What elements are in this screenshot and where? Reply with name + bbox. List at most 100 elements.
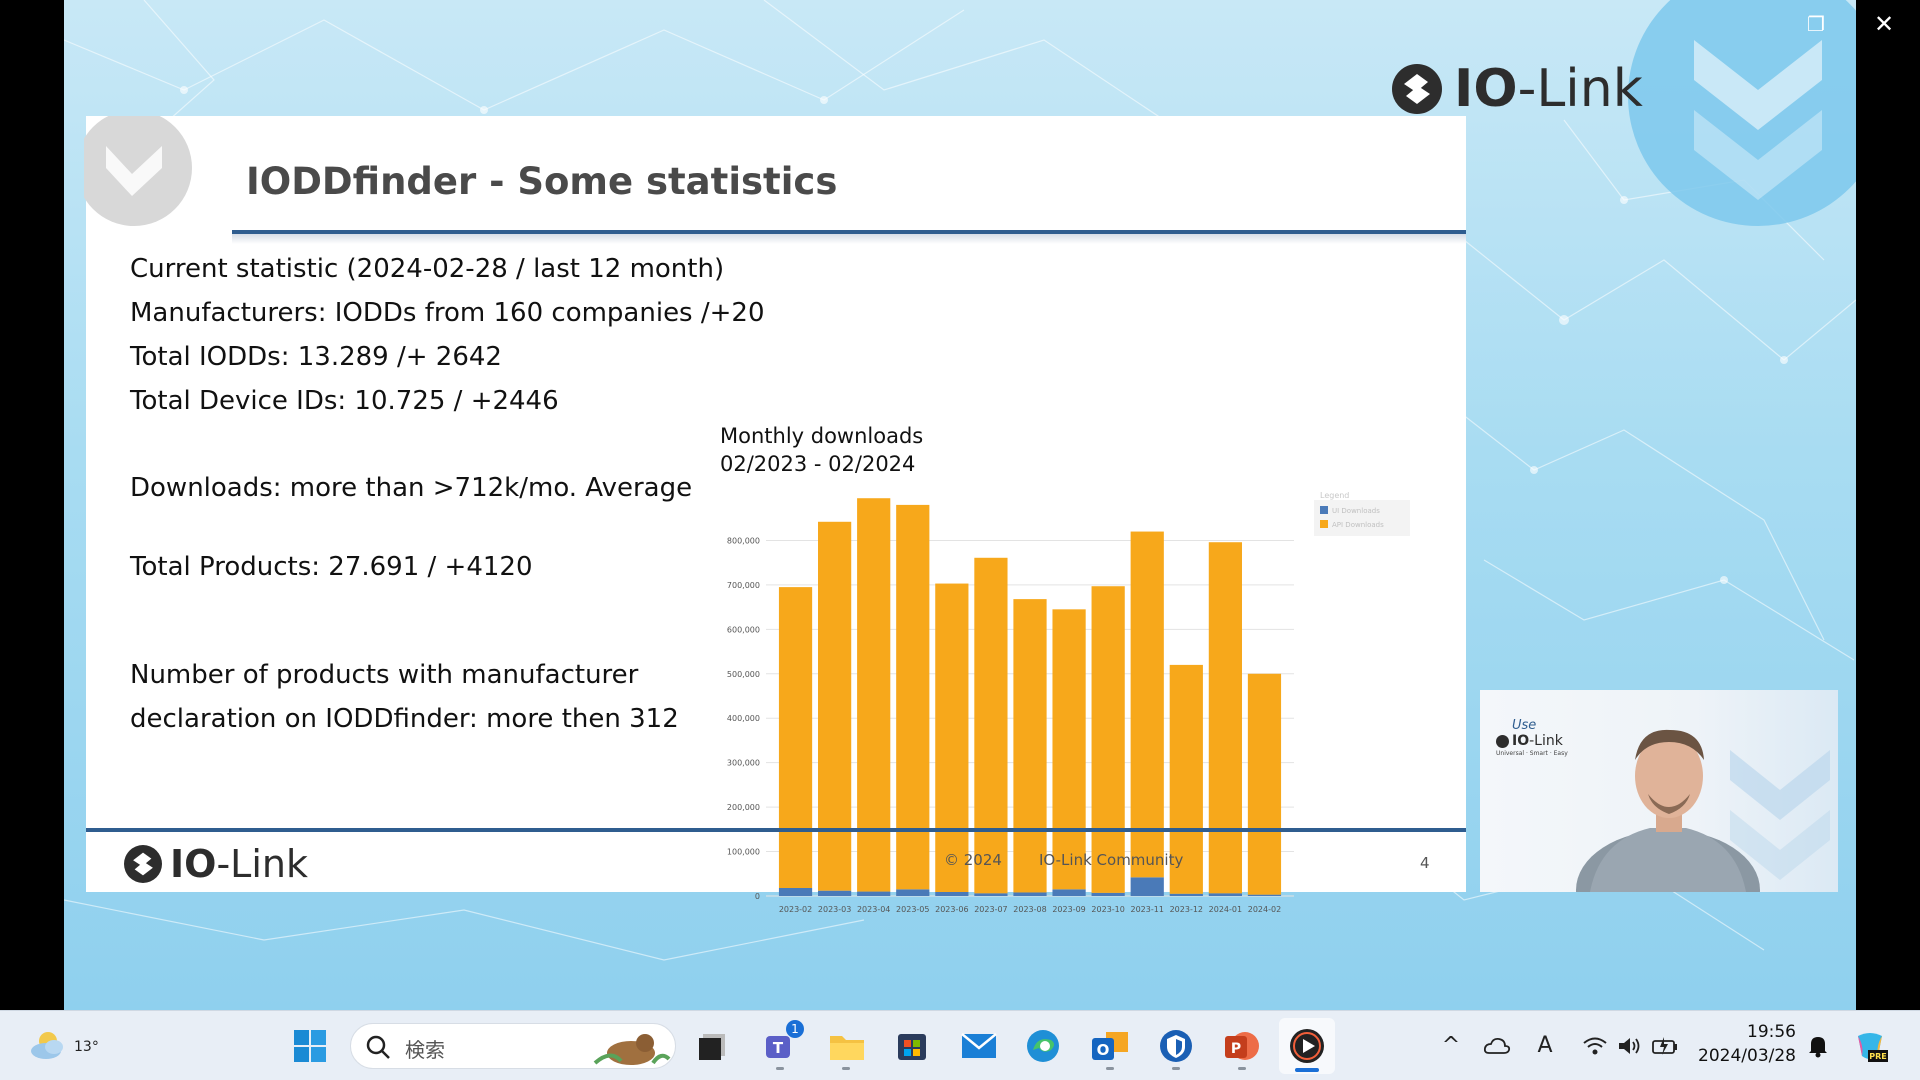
y-tick-label: 100,000 bbox=[727, 848, 760, 857]
search-placeholder: 検索 bbox=[405, 1038, 445, 1062]
task-view-icon bbox=[699, 1034, 725, 1060]
cloudy-weather-icon bbox=[31, 1032, 63, 1059]
outlook-icon: O bbox=[1092, 1032, 1128, 1060]
teams-notification-badge: 1 bbox=[786, 1020, 804, 1038]
search-input[interactable]: 検索 bbox=[350, 1023, 676, 1069]
weather-widget[interactable]: 13° bbox=[26, 1027, 99, 1067]
bar-segment bbox=[974, 557, 1008, 894]
y-tick-label: 700,000 bbox=[727, 581, 760, 590]
bar-segment bbox=[1013, 892, 1047, 896]
battery-charging-icon bbox=[1652, 1037, 1677, 1055]
close-window-button[interactable]: ✕ bbox=[1866, 10, 1902, 38]
taskbar-powerpoint[interactable]: P bbox=[1223, 1028, 1259, 1064]
taskbar-teams[interactable]: T 1 bbox=[762, 1020, 804, 1064]
taskbar-file-explorer[interactable] bbox=[828, 1028, 864, 1064]
brand-bold: IO bbox=[1454, 59, 1518, 119]
svg-text:P: P bbox=[1231, 1041, 1241, 1057]
brand-tagline: Universal · Smart · Easy bbox=[1496, 750, 1568, 757]
header-brand-logo: IO-Link bbox=[1392, 58, 1643, 120]
legend-title: Legend bbox=[1320, 491, 1349, 500]
stat-current: Current statistic (2024-02-28 / last 12 … bbox=[130, 254, 725, 284]
bar-segment bbox=[935, 583, 969, 892]
taskbar-defender[interactable] bbox=[1158, 1028, 1194, 1064]
footer-community: IO-Link Community bbox=[1039, 851, 1184, 869]
taskbar-media-player-active[interactable] bbox=[1279, 1018, 1335, 1074]
edge-browser-icon bbox=[1027, 1030, 1059, 1062]
restore-window-button[interactable]: ❐ bbox=[1798, 10, 1834, 38]
stat-total-products: Total Products: 27.691 / +4120 bbox=[130, 552, 533, 582]
taskbar-outlook[interactable]: O bbox=[1090, 1028, 1128, 1064]
bar-segment bbox=[1013, 599, 1047, 893]
tray-onedrive[interactable] bbox=[1482, 1031, 1512, 1061]
tray-ime-indicator[interactable]: A bbox=[1530, 1031, 1560, 1061]
bar-segment bbox=[818, 890, 852, 896]
taskbar-store[interactable] bbox=[894, 1028, 930, 1064]
taskbar: 13° 検索 T 1 O P ^ A 19:56 2024/03/28 PRE bbox=[0, 1010, 1920, 1080]
corner-chevron-badge-icon bbox=[84, 116, 192, 226]
taskbar-task-view[interactable] bbox=[694, 1028, 730, 1064]
brand-rest: -Link bbox=[1529, 733, 1563, 749]
y-tick-label: 600,000 bbox=[727, 625, 760, 634]
tray-volume[interactable] bbox=[1614, 1031, 1644, 1061]
mail-icon bbox=[961, 1033, 997, 1058]
x-tick-label: 2023-10 bbox=[1091, 905, 1124, 914]
copilot-icon: PRE bbox=[1858, 1033, 1888, 1062]
x-tick-label: 2023-07 bbox=[974, 905, 1007, 914]
io-link-logo-icon bbox=[1496, 734, 1509, 748]
stat-device-ids: Total Device IDs: 10.725 / +2446 bbox=[130, 386, 559, 416]
powerpoint-icon: P bbox=[1225, 1032, 1259, 1060]
use-label: Use bbox=[1512, 718, 1537, 733]
tray-overflow-chevron[interactable]: ^ bbox=[1436, 1031, 1466, 1061]
legend-label: API Downloads bbox=[1332, 521, 1384, 529]
letterbox-left bbox=[0, 0, 64, 1010]
stat-declaration-line1: Number of products with manufacturer bbox=[130, 660, 639, 690]
x-tick-label: 2023-12 bbox=[1170, 905, 1203, 914]
store-icon bbox=[898, 1034, 926, 1060]
chevron-up-icon: ^ bbox=[1441, 1033, 1461, 1058]
taskbar-copilot[interactable]: PRE bbox=[1852, 1028, 1888, 1064]
folder-icon bbox=[830, 1036, 864, 1060]
screen: ❐ ✕ IO-Link IODDfinder - Some statistics… bbox=[0, 0, 1920, 1080]
clock-date: 2024/03/28 bbox=[1698, 1046, 1796, 1066]
x-tick-label: 2023-02 bbox=[779, 905, 812, 914]
x-tick-label: 2023-11 bbox=[1131, 905, 1164, 914]
shield-icon bbox=[1160, 1030, 1192, 1062]
onedrive-cloud-icon bbox=[1483, 1037, 1511, 1054]
explorer-running-indicator bbox=[842, 1067, 850, 1070]
start-button[interactable] bbox=[292, 1028, 328, 1064]
bar-segment bbox=[1130, 877, 1164, 896]
ime-letter-icon: A bbox=[1537, 1033, 1553, 1058]
x-tick-label: 2023-08 bbox=[1013, 905, 1046, 914]
io-link-logo-icon bbox=[1392, 64, 1442, 114]
y-tick-label: 800,000 bbox=[727, 536, 760, 545]
bar-segment bbox=[778, 888, 813, 896]
title-rule bbox=[232, 230, 1466, 234]
legend-swatch bbox=[1320, 506, 1328, 514]
slide-page-number: 4 bbox=[1420, 854, 1430, 872]
search-highlight-beaver-icon bbox=[593, 1034, 671, 1065]
windows-logo-icon bbox=[294, 1030, 326, 1062]
brand-rest: -Link bbox=[1517, 59, 1643, 119]
tray-wifi[interactable] bbox=[1580, 1031, 1610, 1061]
y-tick-label: 500,000 bbox=[727, 670, 760, 679]
taskbar-mail[interactable] bbox=[960, 1028, 997, 1064]
legend-box bbox=[1314, 500, 1410, 536]
chart-title-line1: Monthly downloads bbox=[720, 424, 924, 448]
weather-temperature: 13° bbox=[74, 1039, 99, 1055]
restore-icon: ❐ bbox=[1807, 12, 1825, 36]
slide-title: IODDfinder - Some statistics bbox=[246, 160, 838, 203]
speaker-icon bbox=[1619, 1038, 1640, 1054]
bar-segment bbox=[818, 521, 852, 891]
x-tick-label: 2023-06 bbox=[935, 905, 968, 914]
letterbox-right bbox=[1856, 0, 1920, 1010]
x-tick-label: 2023-03 bbox=[818, 905, 851, 914]
tray-battery[interactable] bbox=[1650, 1031, 1680, 1061]
chart-title-line2: 02/2023 - 02/2024 bbox=[720, 452, 916, 476]
taskbar-edge[interactable] bbox=[1025, 1028, 1061, 1064]
x-tick-label: 2024-01 bbox=[1209, 905, 1242, 914]
tray-notifications[interactable] bbox=[1803, 1031, 1833, 1061]
brand-bold: IO bbox=[170, 842, 217, 886]
clock-time: 19:56 bbox=[1747, 1022, 1796, 1042]
stat-declaration-line2: declaration on IODDfinder: more then 312 bbox=[130, 704, 679, 734]
bar-segment bbox=[857, 498, 891, 892]
